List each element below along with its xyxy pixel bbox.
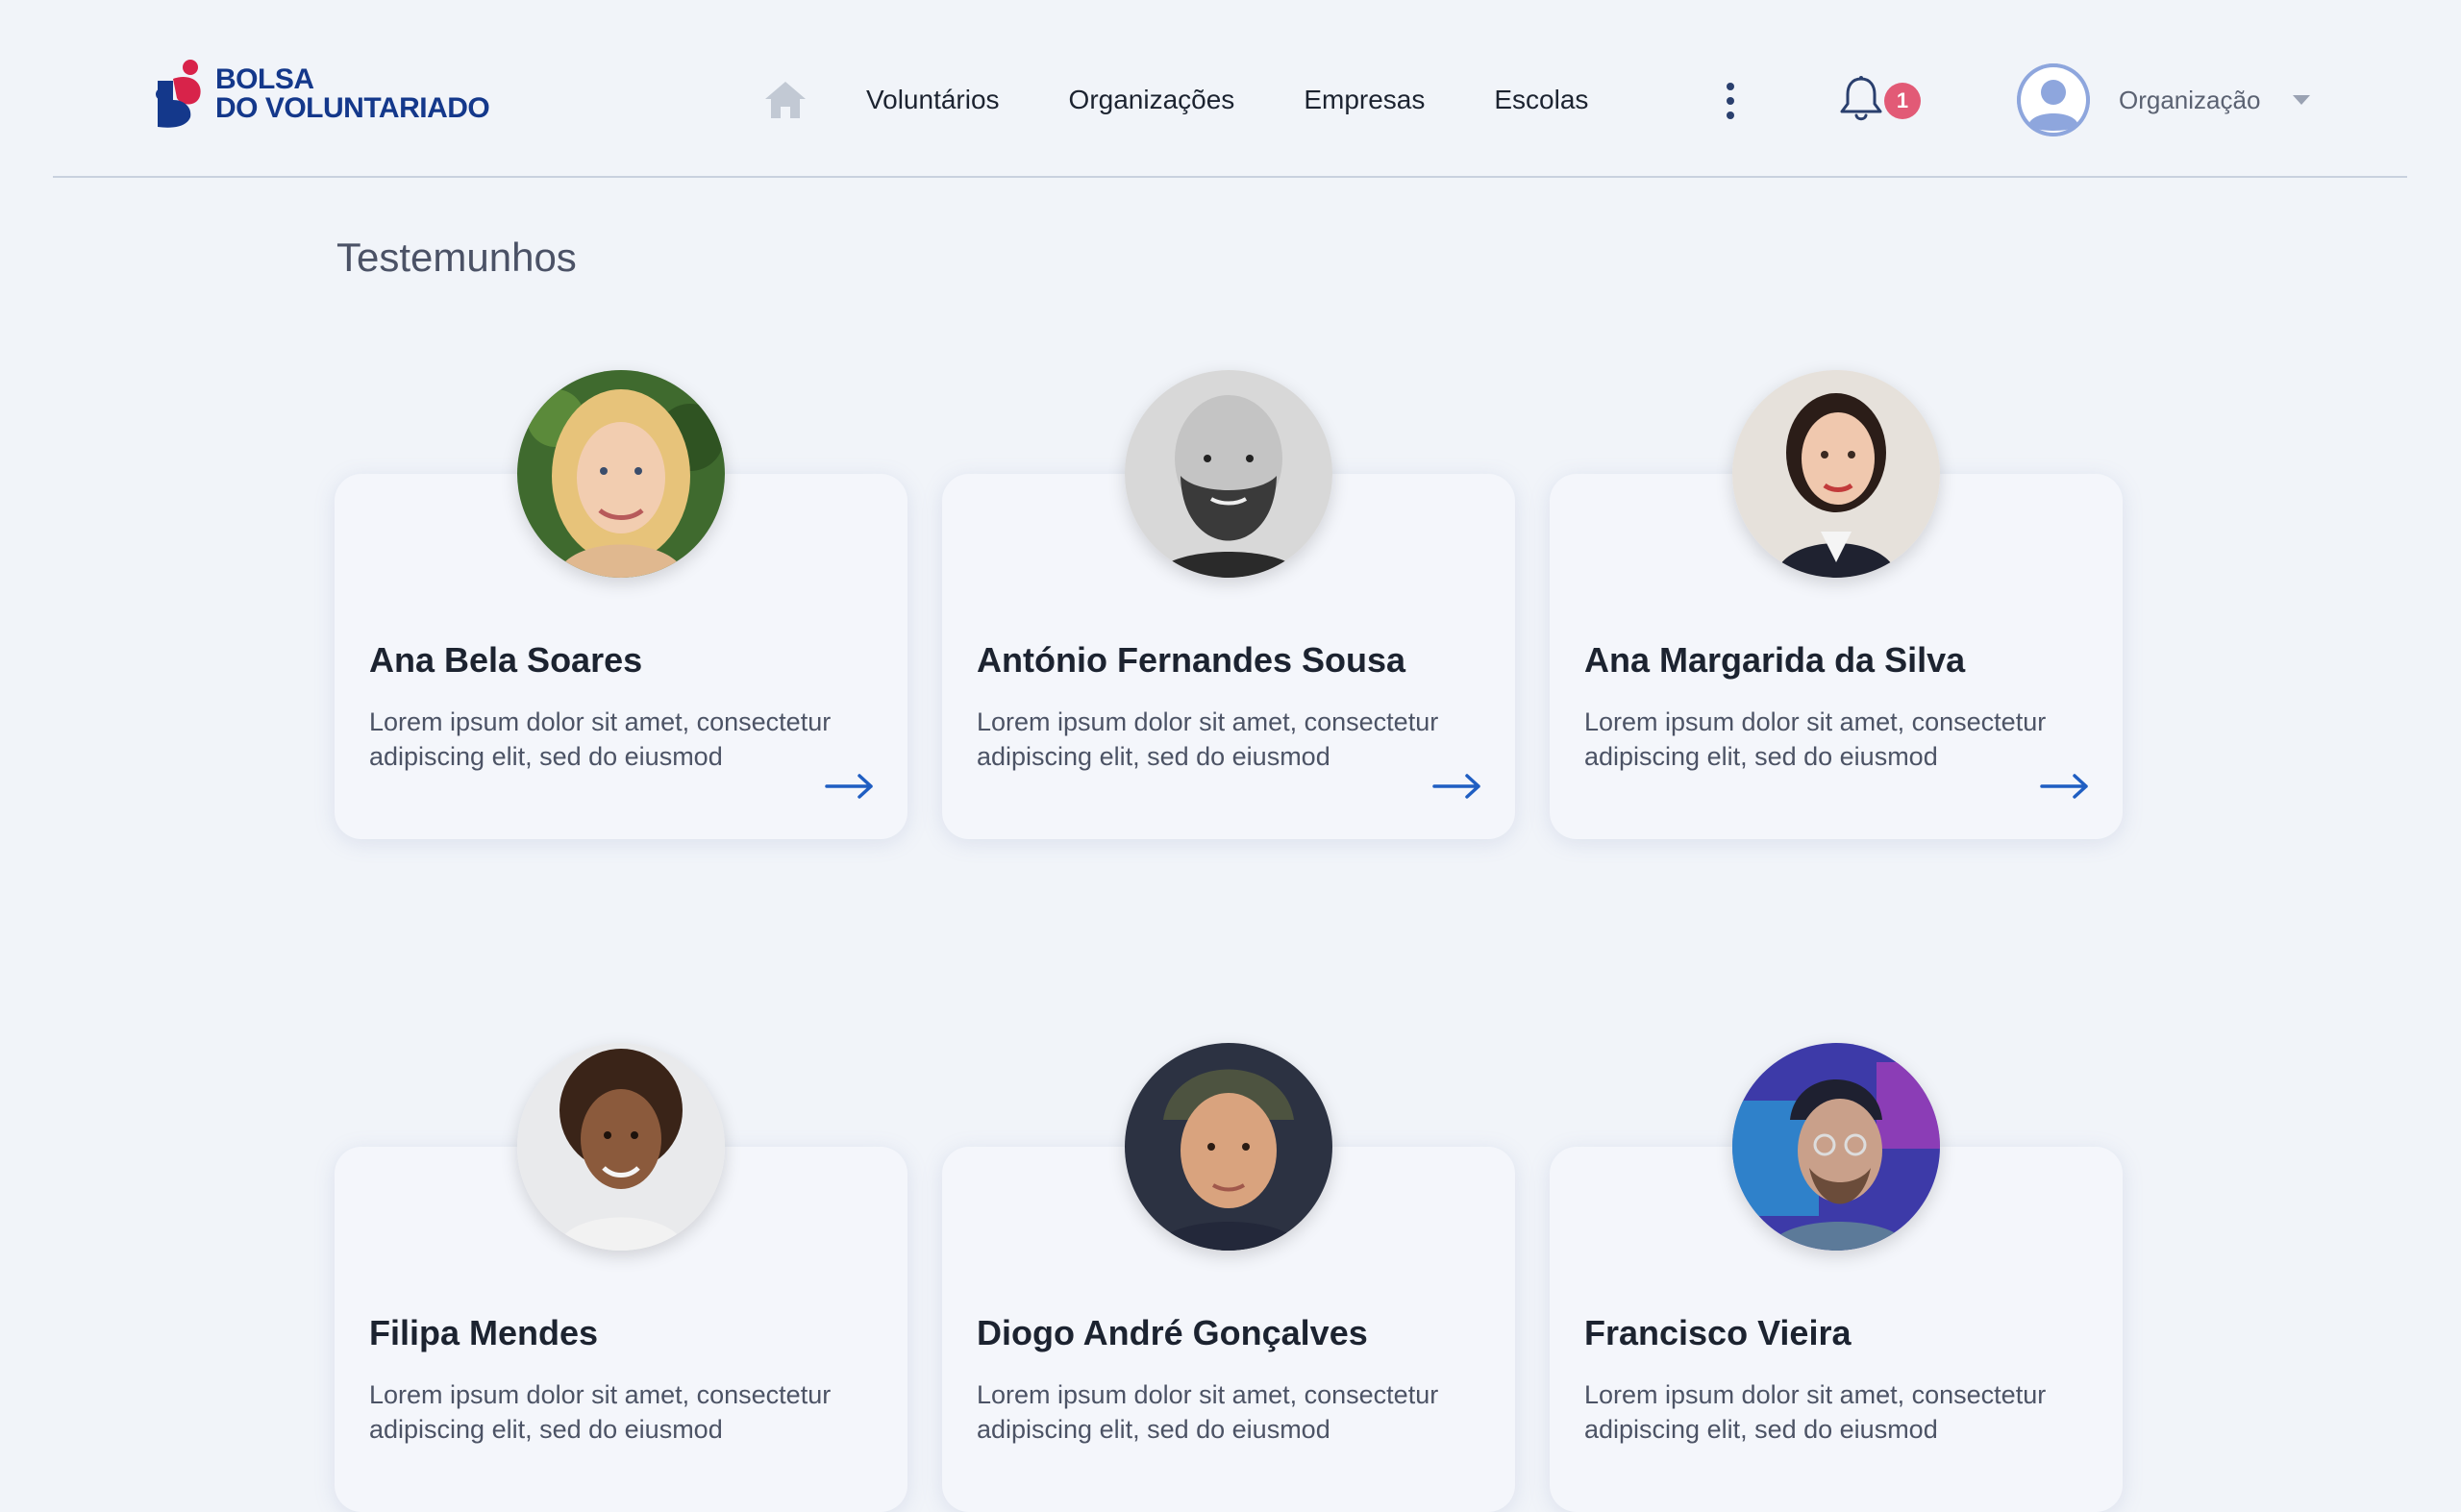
more-dot-icon <box>1727 83 1734 90</box>
more-dot-icon <box>1727 112 1734 119</box>
testimonial-name: Ana Bela Soares <box>369 640 643 680</box>
nav-item-voluntarios[interactable]: Voluntários <box>866 85 1000 115</box>
testimonial-text: Lorem ipsum dolor sit amet, consectetur … <box>1584 1380 2047 1444</box>
user-avatar-icon <box>2017 63 2090 136</box>
nav-item-organizacoes[interactable]: Organizações <box>1069 85 1235 115</box>
testimonial-photo <box>1732 370 1940 578</box>
testimonial-photo <box>517 370 725 578</box>
testimonial-arrow-button[interactable] <box>825 772 875 801</box>
brand-logo[interactable]: BOLSA DO VOLUNTARIADO <box>152 54 490 135</box>
arrow-right-icon <box>825 774 873 799</box>
bell-icon <box>1840 76 1882 121</box>
page-title: Testemunhos <box>336 235 577 280</box>
testimonial-photo <box>1732 1043 1940 1251</box>
nav-home-button[interactable] <box>762 77 808 123</box>
notifications-count-badge: 1 <box>1884 83 1921 119</box>
brand-wordmark: BOLSA DO VOLUNTARIADO <box>215 63 490 124</box>
testimonial-name: Francisco Vieira <box>1584 1313 1852 1352</box>
arrow-right-icon <box>2040 774 2088 799</box>
testimonial-text: Lorem ipsum dolor sit amet, consectetur … <box>977 707 1439 771</box>
avatar <box>2017 63 2090 136</box>
testimonial-arrow-button[interactable] <box>1432 772 1482 801</box>
testimonial-text: Lorem ipsum dolor sit amet, consectetur … <box>369 1380 832 1444</box>
testimonial-name: Diogo André Gonçalves <box>977 1313 1368 1352</box>
testimonial-arrow-button[interactable] <box>2040 772 2090 801</box>
more-options-button[interactable] <box>1713 77 1748 125</box>
testimonial-name: Ana Margarida da Silva <box>1584 640 1966 680</box>
user-role-label: Organização <box>2119 85 2261 114</box>
nav-item-escolas[interactable]: Escolas <box>1494 85 1588 115</box>
brand-line-1: BOLSA <box>215 63 314 95</box>
testimonial-name: Filipa Mendes <box>369 1313 599 1352</box>
home-icon <box>765 82 806 118</box>
testimonial-photo <box>517 1043 725 1251</box>
testimonial-text: Lorem ipsum dolor sit amet, consectetur … <box>1584 707 2047 771</box>
main-nav: Voluntários Organizações Empresas Escola… <box>762 71 1588 129</box>
brand-line-2: DO VOLUNTARIADO <box>215 92 490 124</box>
testimonial-photo <box>1125 1043 1332 1251</box>
testimonial-text: Lorem ipsum dolor sit amet, consectetur … <box>977 1380 1439 1444</box>
testimonial-name: António Fernandes Sousa <box>977 640 1406 680</box>
nav-item-empresas[interactable]: Empresas <box>1304 85 1425 115</box>
chevron-down-icon <box>2293 95 2311 105</box>
testimonial-photo <box>1125 370 1332 578</box>
more-dot-icon <box>1727 97 1734 105</box>
testimonial-text: Lorem ipsum dolor sit amet, consectetur … <box>369 707 832 771</box>
brand-logo-mark <box>156 60 201 128</box>
user-menu[interactable]: Organização <box>2017 63 2311 136</box>
arrow-right-icon <box>1432 774 1480 799</box>
